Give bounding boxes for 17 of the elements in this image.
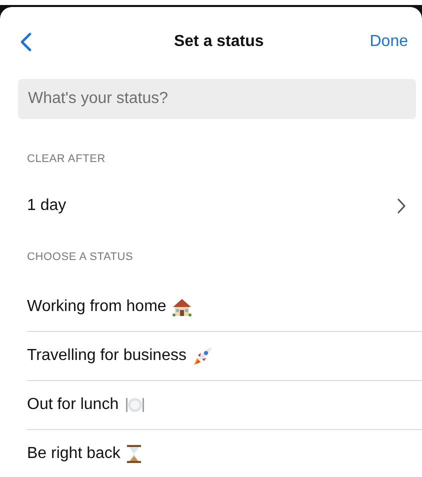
- back-button[interactable]: [18, 30, 34, 54]
- status-option[interactable]: Out for lunch: [27, 381, 422, 430]
- section-heading: CHOOSE A STATUS: [27, 251, 134, 263]
- rocket-icon: [192, 345, 214, 367]
- done-button[interactable]: Done: [368, 31, 410, 53]
- hourglass-icon: [126, 444, 142, 464]
- chevron-right-icon: [397, 198, 406, 214]
- back-chevron-icon: [20, 32, 32, 52]
- status-input-field[interactable]: What's your status?: [18, 79, 416, 119]
- clear-after-row[interactable]: 1 day: [27, 197, 406, 215]
- house-icon: [172, 297, 192, 317]
- status-option[interactable]: Be right back: [27, 430, 422, 477]
- plate-icon: [124, 395, 145, 415]
- screen-title: Set a status: [174, 33, 264, 51]
- status-option[interactable]: Working from home: [27, 283, 422, 332]
- status-option[interactable]: Travelling for business: [27, 332, 422, 381]
- section-heading: CLEAR AFTER: [27, 153, 106, 165]
